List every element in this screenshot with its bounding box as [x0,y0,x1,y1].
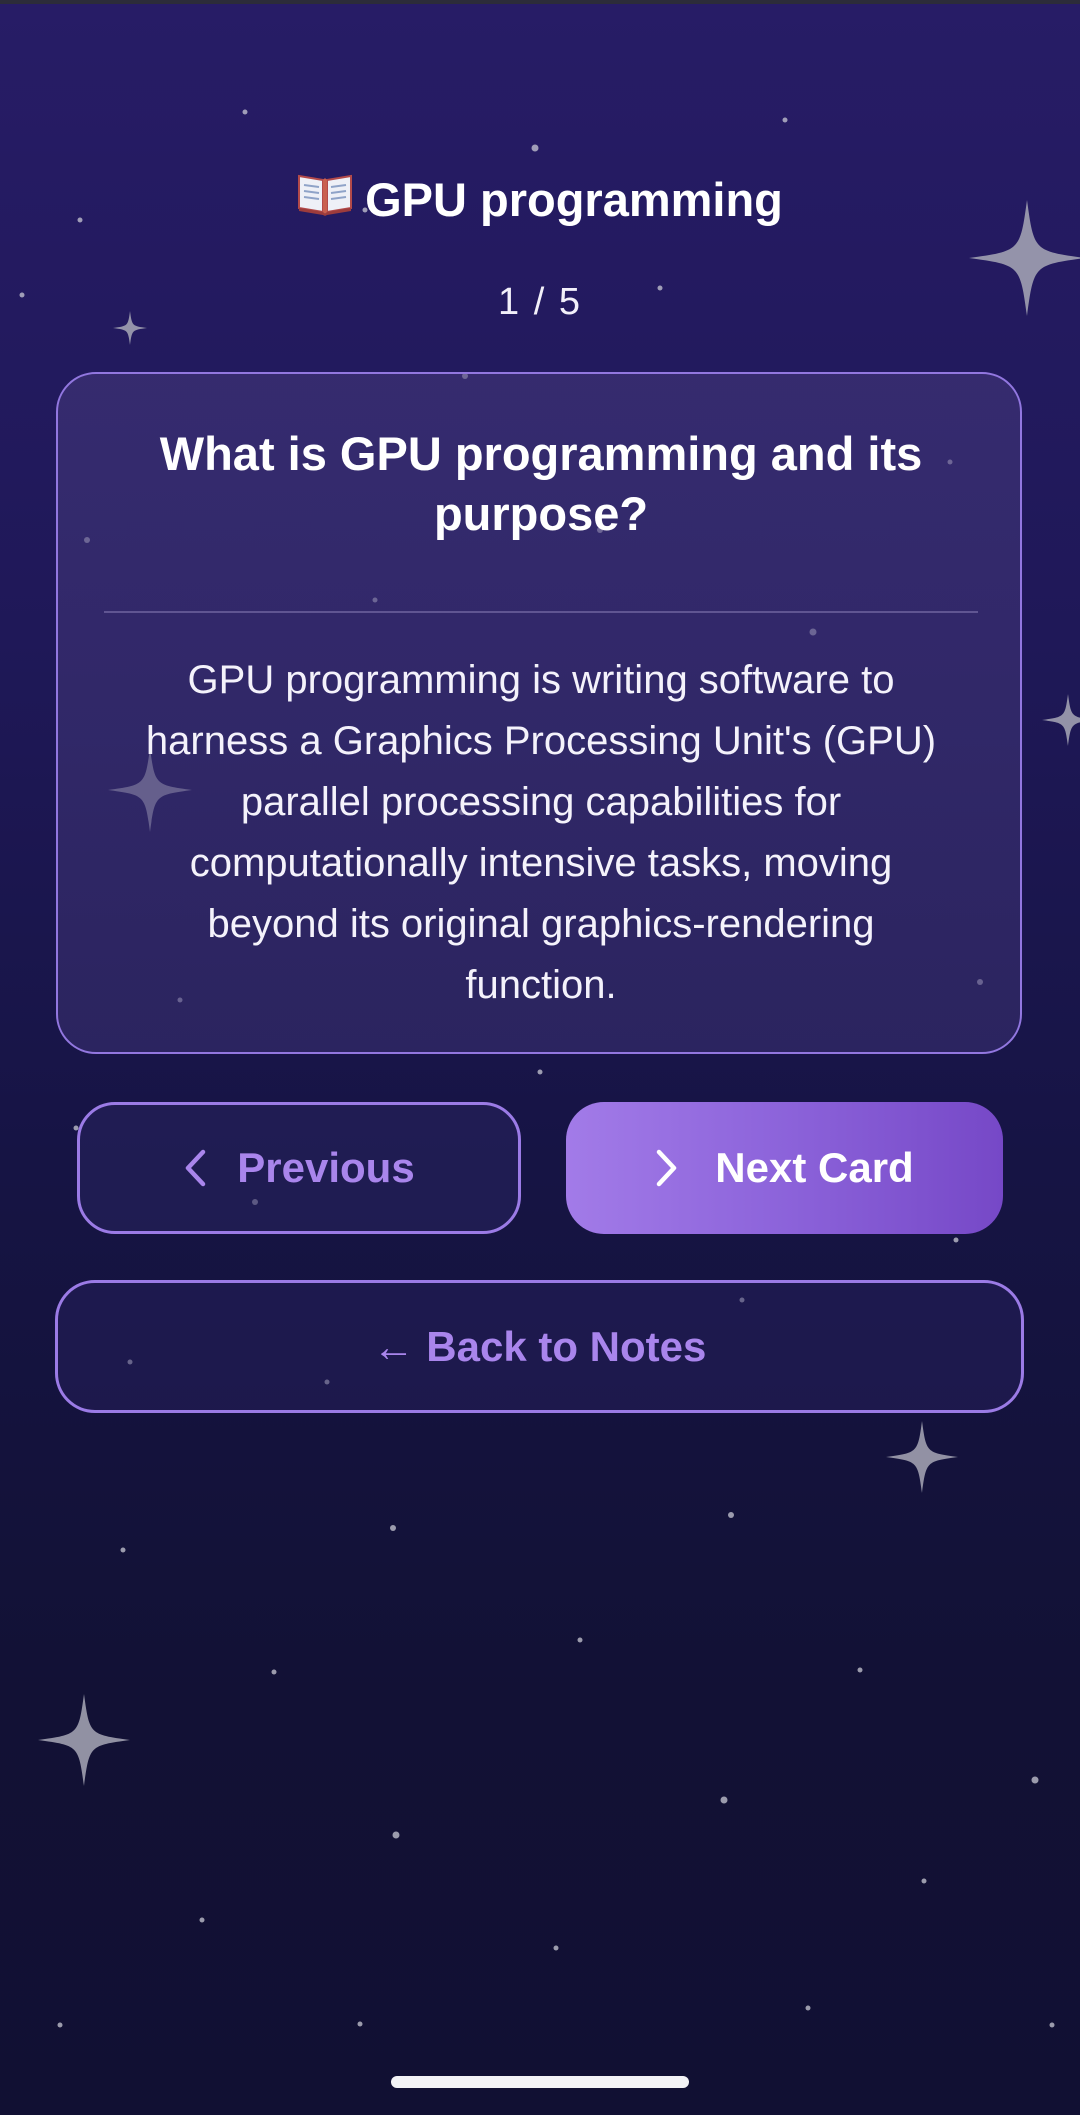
card-question: What is GPU programming and its purpose? [159,427,923,540]
back-to-notes-button[interactable]: ← Back to Notes [55,1280,1024,1413]
card-answer: GPU programming is writing software to h… [145,658,937,1007]
previous-button-label: Previous [237,1144,415,1191]
next-card-button-label: Next Card [715,1144,914,1191]
chevron-right-icon [655,1149,679,1187]
status-bar-edge [0,0,1080,4]
flashcard[interactable]: What is GPU programming and its purpose?… [56,372,1022,1054]
card-counter: 1 / 5 [498,281,582,323]
next-card-button[interactable]: Next Card [566,1102,1003,1234]
back-to-notes-label: ← Back to Notes [372,1322,707,1370]
home-indicator[interactable] [391,2076,689,2088]
open-book-icon [297,168,353,232]
previous-button[interactable]: Previous [77,1102,521,1234]
card-divider [104,611,978,613]
deck-title-text: GPU programming [365,173,783,226]
deck-title: GPU programming [0,168,1080,232]
chevron-left-icon [183,1149,207,1187]
